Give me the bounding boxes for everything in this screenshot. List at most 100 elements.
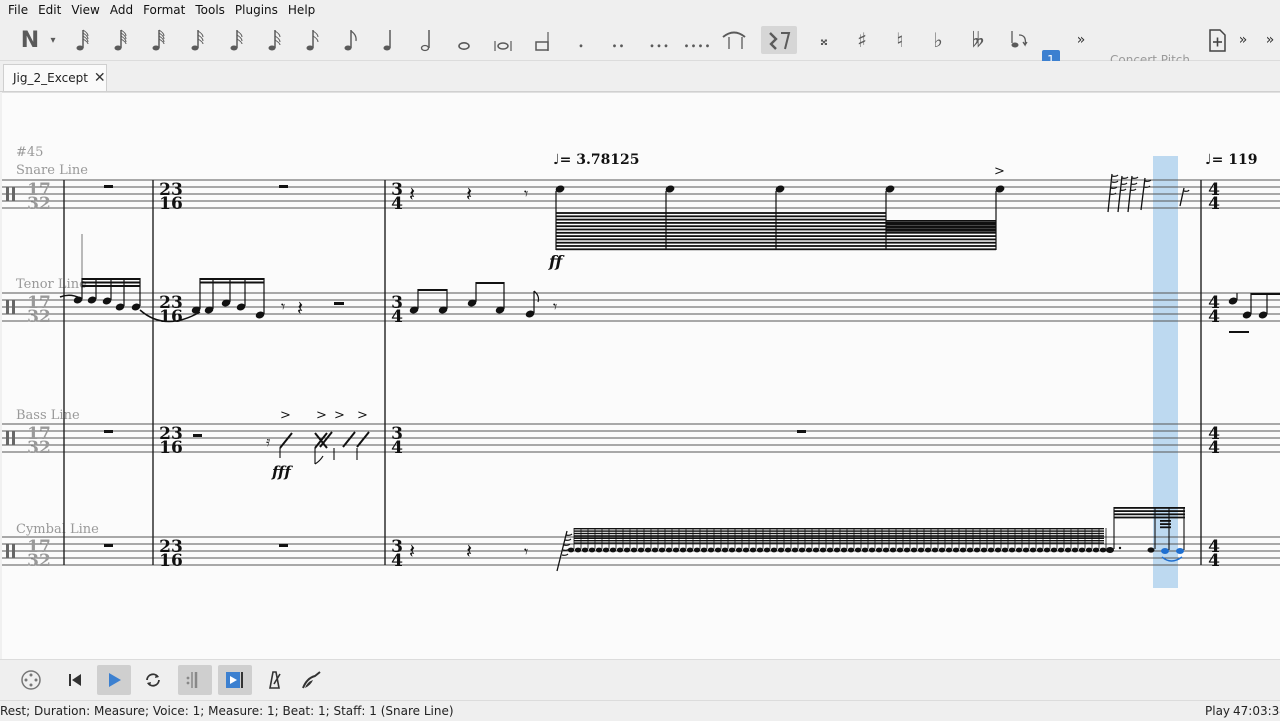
play-repeats-button[interactable] [178, 665, 212, 695]
loop-button[interactable] [138, 665, 168, 695]
tie-button[interactable] [720, 26, 748, 54]
measure-rest[interactable] [279, 544, 288, 547]
duration-eighth-button[interactable] [338, 26, 362, 54]
more-toolbar-button-2[interactable]: » [1235, 26, 1251, 54]
sharp-button[interactable]: ♯ [850, 26, 874, 54]
add-page-button[interactable] [1204, 26, 1230, 54]
notehead [1106, 547, 1114, 553]
double-flat-button[interactable]: 𝄫 [964, 26, 992, 54]
duration-quarter-button[interactable] [376, 26, 400, 54]
dynamic-fff[interactable]: fff [271, 463, 293, 481]
menu-help[interactable]: Help [283, 0, 320, 20]
playback-settings-button[interactable] [16, 665, 46, 695]
notehead [749, 547, 757, 553]
dynamic-ff[interactable]: ff [548, 252, 565, 271]
eighth-rest[interactable]: 𝄾 [553, 297, 557, 316]
beam [556, 235, 996, 237]
beam [556, 248, 996, 251]
double-dot-icon: .. [611, 27, 625, 53]
half-rest[interactable] [193, 434, 202, 437]
note-input-mode-button[interactable]: N [16, 26, 44, 54]
notehead [588, 547, 596, 553]
measure-rest[interactable] [104, 430, 113, 433]
notehead [826, 547, 834, 553]
bass-line-music: 𝄿 > > > > fff [104, 408, 806, 481]
duration-whole-button[interactable] [452, 26, 476, 54]
duration-512th-button[interactable] [108, 26, 132, 54]
rewind-button[interactable] [60, 665, 90, 695]
eighth-rest[interactable]: 𝄾 [524, 184, 528, 203]
note-1024th-icon [76, 29, 89, 51]
more-toolbar-button[interactable]: » [1072, 26, 1090, 54]
note-input-mode-dropdown[interactable]: ▾ [46, 26, 60, 54]
measure-rest[interactable] [279, 185, 288, 188]
cymbal-beamed-notes[interactable] [567, 507, 1185, 562]
note-32nd-icon [268, 30, 281, 51]
measure-number: #45 [16, 145, 43, 160]
menu-tools[interactable]: Tools [190, 0, 230, 20]
tab-jig-2-except[interactable]: Jig_2_Except ✕ [3, 64, 107, 91]
measure-rest[interactable] [104, 544, 113, 547]
time-signature-denominator: 4 [391, 551, 403, 571]
duration-longa-button[interactable] [530, 26, 556, 54]
quarter-rest[interactable]: 𝄽 [466, 182, 472, 206]
rest-icon [769, 32, 791, 50]
tempo-marking-2[interactable]: ♩= 119 [1205, 152, 1257, 168]
metronome-button[interactable] [259, 665, 289, 695]
beam [82, 278, 140, 280]
notehead [1001, 547, 1009, 553]
quarter-rest[interactable]: 𝄽 [409, 182, 415, 206]
duration-256th-button[interactable] [146, 26, 170, 54]
quarter-rest[interactable]: 𝄽 [466, 539, 472, 563]
accent-mark: > [334, 408, 345, 423]
natural-button[interactable]: ♮ [888, 26, 912, 54]
measure-rest[interactable] [104, 185, 113, 188]
quarter-rest[interactable]: 𝄽 [409, 539, 415, 563]
eighth-rest[interactable]: 𝄾 [524, 542, 528, 561]
double-dot-button[interactable]: .. [606, 26, 630, 54]
duration-1024th-button[interactable] [70, 26, 94, 54]
quarter-rest[interactable]: 𝄽 [297, 296, 303, 320]
tenor-beamed-notes[interactable] [73, 278, 1280, 333]
menu-plugins[interactable]: Plugins [230, 0, 283, 20]
notehead [889, 547, 897, 553]
score-view[interactable]: #45 Snare Line Tenor Line Bass Line Cymb… [2, 93, 1280, 659]
notehead [1057, 547, 1065, 553]
menu-format[interactable]: Format [138, 0, 190, 20]
double-sharp-button[interactable]: 𝄪 [812, 26, 836, 54]
flat-button[interactable]: ♭ [926, 26, 950, 54]
triple-dot-button[interactable]: ... [645, 26, 673, 54]
menu-file[interactable]: File [0, 0, 33, 20]
tempo-marking-1[interactable]: ♩= 3.78125 [553, 152, 640, 168]
duration-breve-button[interactable] [490, 26, 516, 54]
notehead [679, 547, 687, 553]
accent-mark: > [280, 408, 291, 423]
more-toolbar-button-3[interactable]: » [1262, 26, 1278, 54]
natural-icon: ♮ [896, 28, 904, 52]
duration-16th-button[interactable] [300, 26, 324, 54]
note-64th-icon [230, 30, 243, 51]
menu-view[interactable]: View [66, 0, 104, 20]
menu-add[interactable]: Add [105, 0, 138, 20]
close-icon[interactable]: ✕ [94, 70, 106, 86]
duration-32nd-button[interactable] [262, 26, 286, 54]
notehead [623, 547, 631, 553]
staff-name-bass: Bass Line [16, 408, 80, 423]
pan-score-button[interactable] [218, 665, 252, 695]
flip-direction-button[interactable] [1003, 26, 1031, 54]
duration-64th-button[interactable] [224, 26, 248, 54]
measure-rest[interactable] [797, 430, 806, 433]
quadruple-dot-button[interactable]: .... [682, 26, 712, 54]
count-in-button[interactable] [297, 665, 327, 695]
duration-half-button[interactable] [414, 26, 438, 54]
rest-button[interactable] [761, 26, 797, 54]
menu-edit[interactable]: Edit [33, 0, 66, 20]
augmentation-dot-button[interactable]: . [570, 26, 592, 54]
beam [556, 238, 996, 241]
eighth-rest[interactable]: 𝄾 [281, 297, 285, 316]
score-canvas[interactable]: #45 Snare Line Tenor Line Bass Line Cymb… [2, 92, 1280, 659]
play-button[interactable] [97, 665, 131, 695]
half-rest[interactable] [334, 302, 344, 305]
sixteenth-rest[interactable]: 𝄿 [266, 434, 271, 450]
duration-128th-button[interactable] [185, 26, 209, 54]
